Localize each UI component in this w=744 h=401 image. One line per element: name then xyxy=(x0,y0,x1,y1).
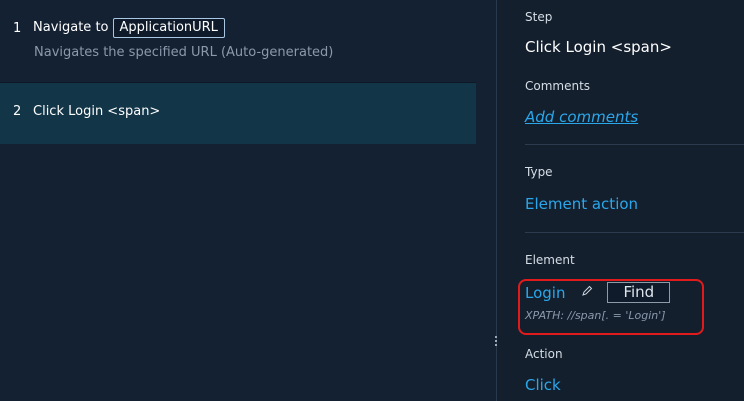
action-value[interactable]: Click xyxy=(525,376,561,394)
step-number: 2 xyxy=(13,104,22,119)
step-details-panel: Step Click Login <span> Comments Add com… xyxy=(497,0,744,401)
step-item-2-selected[interactable]: 2 Click Login <span> xyxy=(0,83,476,144)
comments-label: Comments xyxy=(525,79,591,93)
type-label: Type xyxy=(525,165,553,179)
element-label: Element xyxy=(525,253,575,267)
step-title: Navigate to ApplicationURL xyxy=(33,18,225,38)
type-value[interactable]: Element action xyxy=(525,195,638,213)
section-divider xyxy=(525,144,744,145)
step-description: Navigates the specified URL (Auto-genera… xyxy=(34,45,334,60)
step-action-text: Navigate to xyxy=(33,20,109,35)
step-title: Click Login <span> xyxy=(33,104,161,119)
parameter-chip[interactable]: ApplicationURL xyxy=(112,18,225,38)
step-label: Step xyxy=(525,10,553,24)
step-value: Click Login <span> xyxy=(525,38,672,56)
add-comments-link[interactable]: Add comments xyxy=(525,108,638,126)
highlight-annotation xyxy=(518,279,704,335)
step-number: 1 xyxy=(13,21,22,36)
section-divider xyxy=(525,232,744,233)
step-item-1[interactable]: 1 Navigate to ApplicationURL Navigates th… xyxy=(0,0,476,82)
action-label: Action xyxy=(525,347,563,361)
steps-panel: 1 Navigate to ApplicationURL Navigates th… xyxy=(0,0,496,401)
